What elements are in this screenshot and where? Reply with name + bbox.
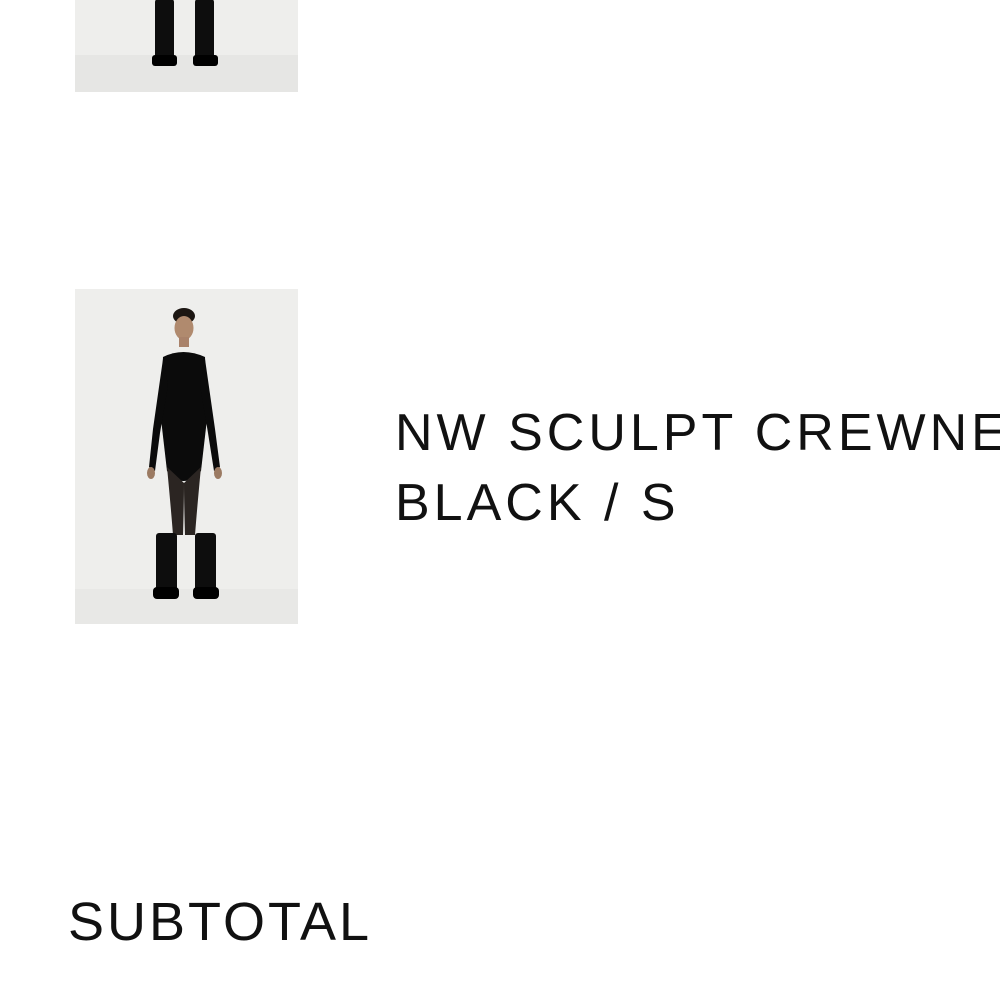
cart-item-image[interactable] — [75, 0, 298, 92]
cart-item-variant: BLACK / S — [395, 474, 680, 532]
model-photo — [75, 289, 298, 624]
subtotal-label: SUBTOTAL — [68, 892, 373, 952]
cart-item-name[interactable]: NW SCULPT CREWNECK — [395, 398, 1000, 468]
cart-item-image[interactable] — [75, 289, 298, 624]
cart-page: NW SCULPT CREWNECK BLACK / S SUBTOTAL — [0, 0, 1000, 1000]
cart-item-details: NW SCULPT CREWNECK BLACK / S — [395, 398, 1000, 538]
model-photo — [75, 0, 298, 92]
